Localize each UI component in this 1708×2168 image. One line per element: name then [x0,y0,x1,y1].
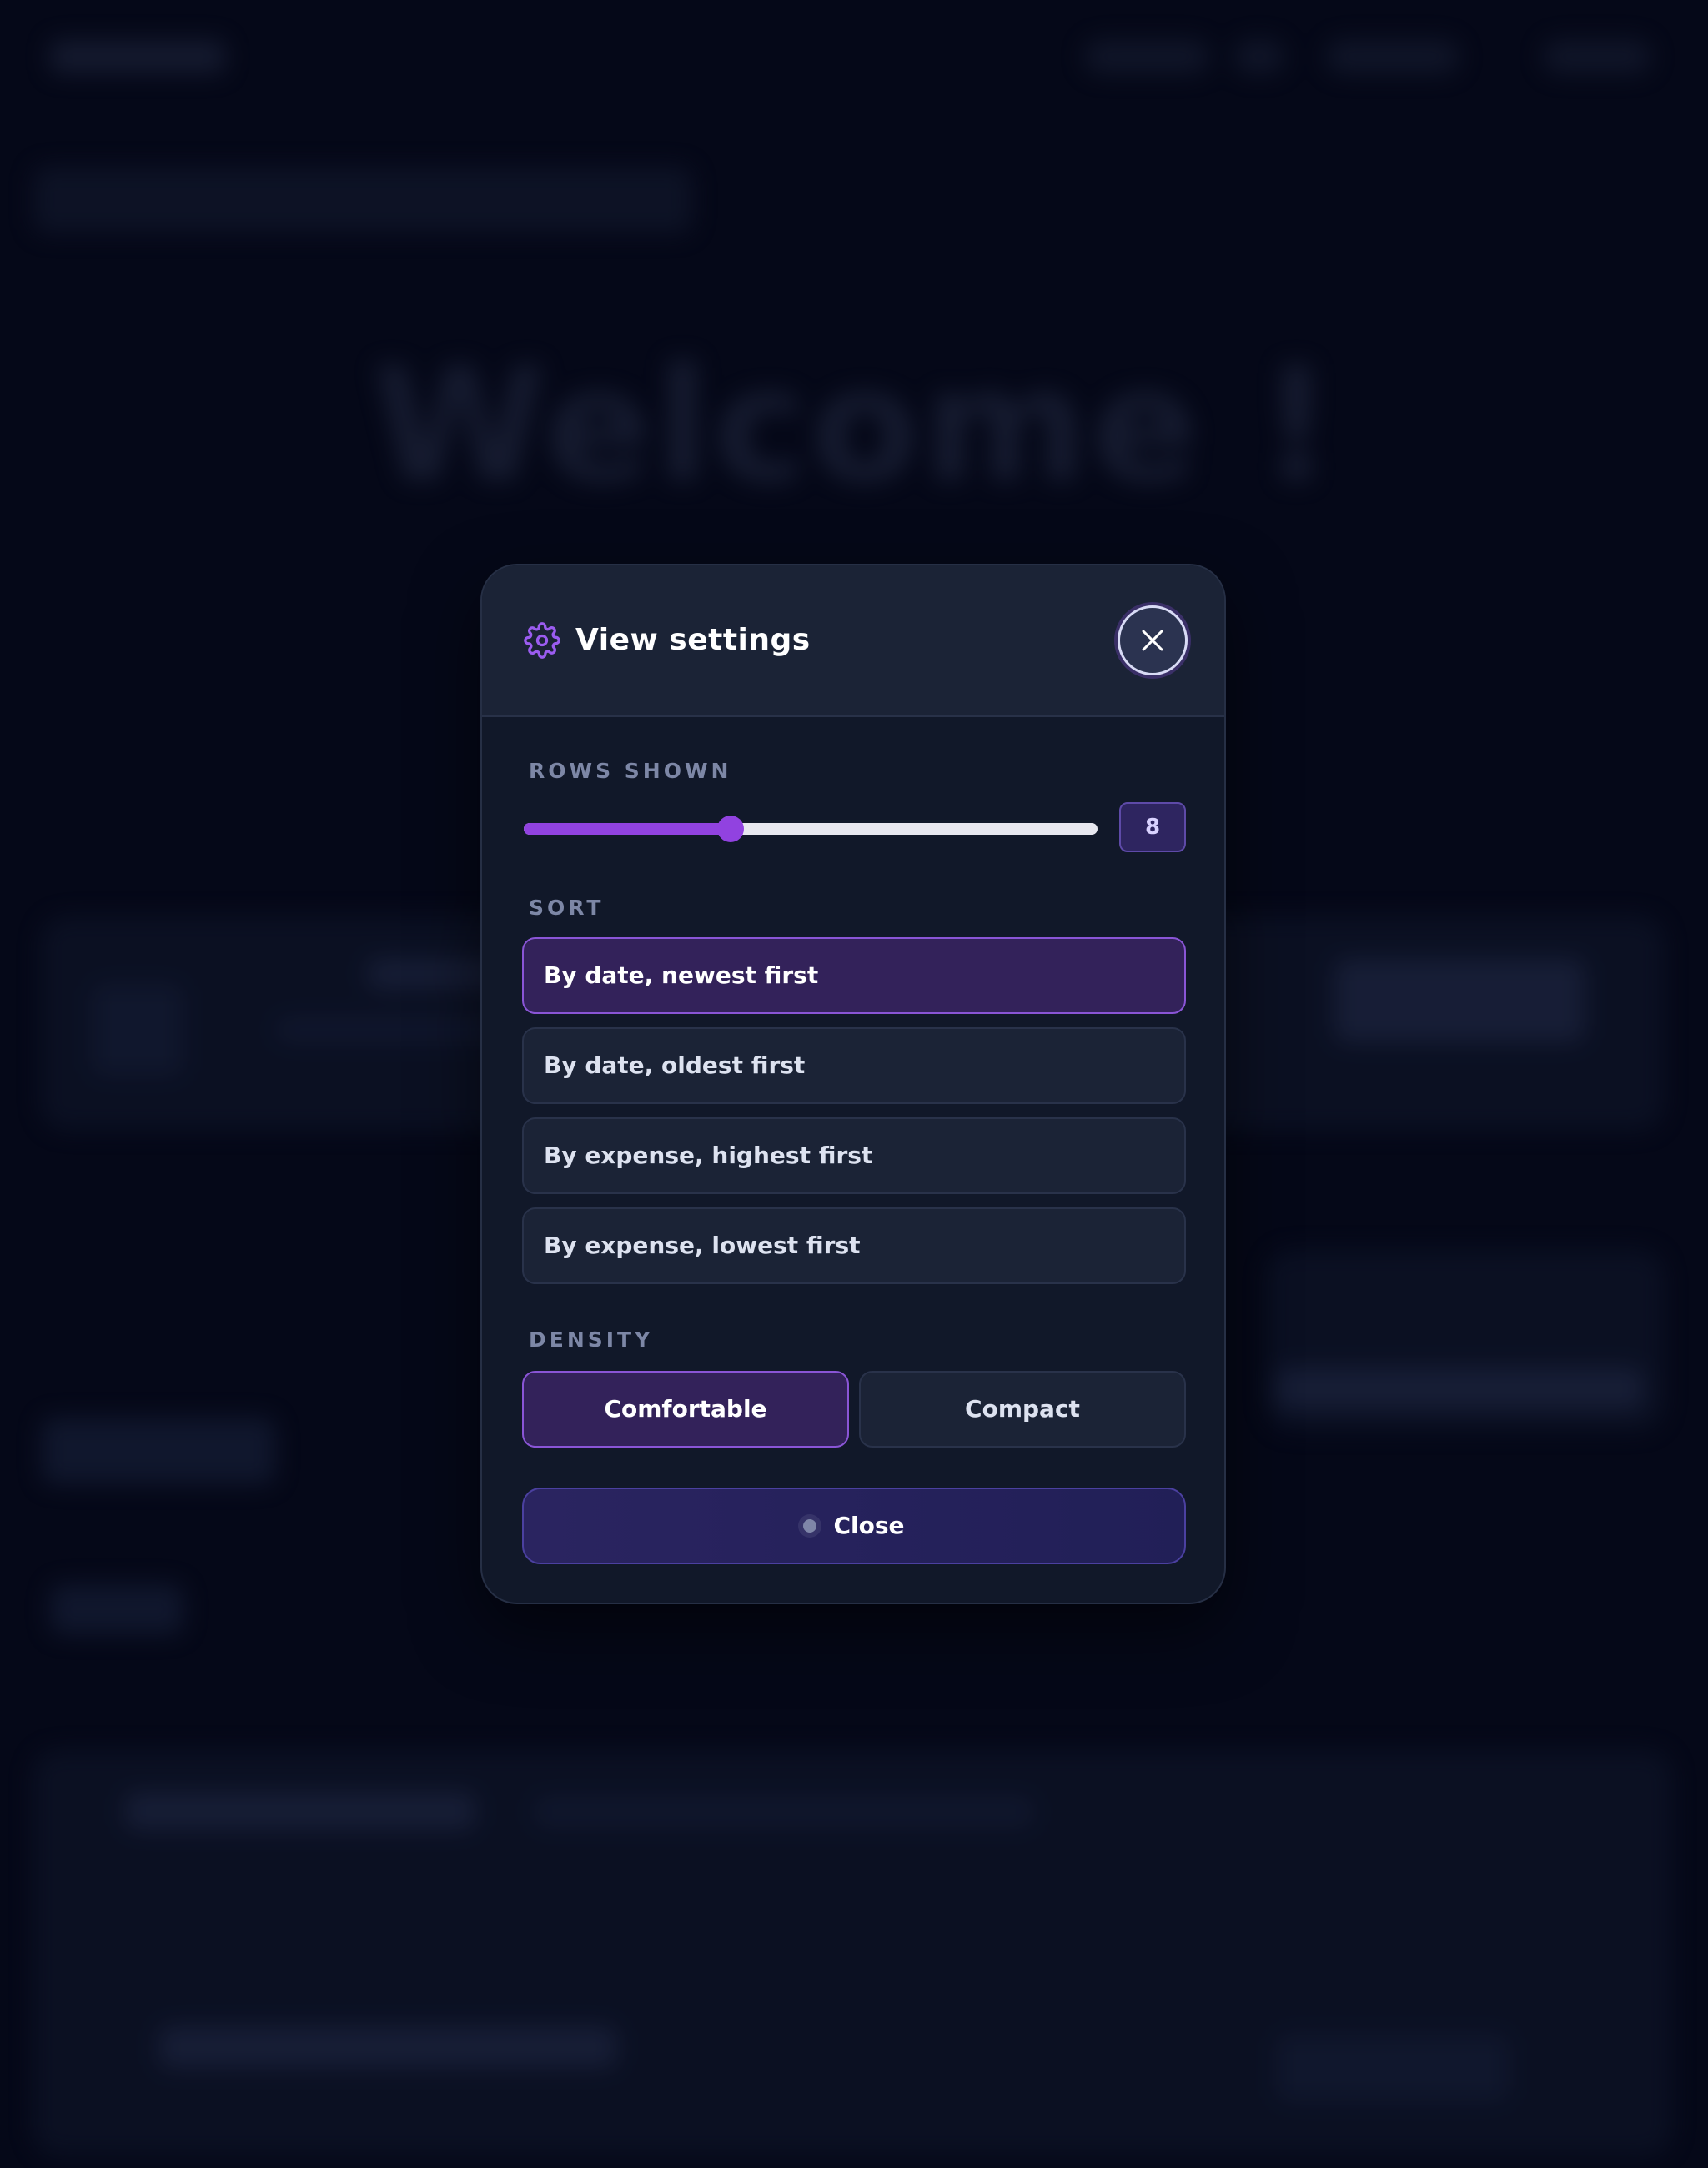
rows-shown-value[interactable]: 8 [1119,802,1186,852]
status-dot-icon [803,1519,817,1533]
gear-icon [524,622,560,659]
background-bar [534,1797,1034,1827]
sort-option-expense-highest[interactable]: By expense, highest first [522,1117,1186,1194]
density-compact-button[interactable]: Compact [859,1371,1186,1448]
view-settings-dialog: View settings ROWS SHOWN 8 SORT By date,… [480,564,1226,1604]
density-label: DENSITY [529,1327,654,1352]
sort-option-date-newest[interactable]: By date, newest first [522,937,1186,1014]
sort-label: SORT [529,896,605,920]
background-tabbar [33,167,692,233]
slider-fill [524,823,731,835]
background-bar [42,1418,275,1484]
dialog-header: View settings [482,565,1224,717]
sort-option-expense-lowest[interactable]: By expense, lowest first [522,1207,1186,1284]
close-button[interactable]: Close [522,1488,1186,1564]
background-bar [92,984,183,1076]
rows-shown-slider[interactable] [524,812,1098,846]
close-button-label: Close [833,1512,905,1539]
background-nav-pill [1326,40,1459,73]
background-nav-pill [1234,40,1284,73]
background-bar [1276,2035,1510,2101]
sort-option-date-oldest[interactable]: By date, oldest first [522,1027,1186,1104]
dialog-title: View settings [575,623,811,657]
background-bar [158,2026,617,2068]
background-bar [50,1584,183,1634]
slider-thumb[interactable] [716,816,744,842]
background-bar [125,1793,475,1829]
background-hero-title: Welcome ! [372,334,1336,518]
close-dialog-button[interactable] [1118,605,1188,675]
background-nav-pill [1543,40,1651,73]
background-logo [50,40,225,73]
background-bar [1276,1368,1643,1409]
rows-shown-label: ROWS SHOWN [529,759,732,783]
density-comfortable-button[interactable]: Comfortable [522,1371,849,1448]
background-nav-pill [1084,40,1209,73]
background-bar [1334,959,1585,1042]
